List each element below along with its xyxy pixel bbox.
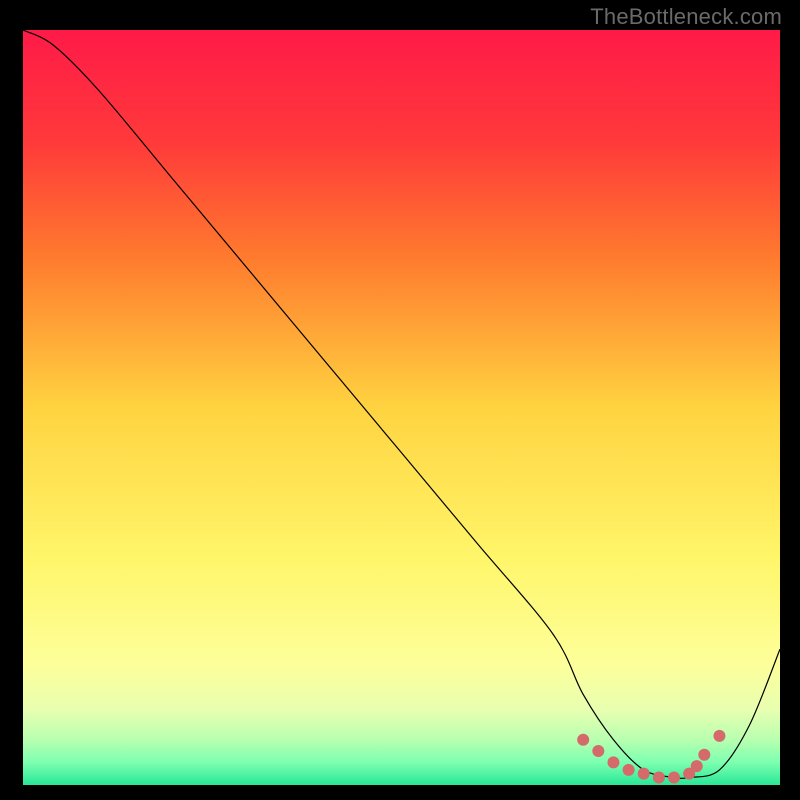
watermark-text: TheBottleneck.com: [590, 4, 782, 30]
optimal-marker: [607, 756, 619, 768]
optimal-marker: [653, 771, 665, 783]
optimal-marker: [623, 764, 635, 776]
chart-canvas: [0, 0, 800, 800]
optimal-marker: [698, 749, 710, 761]
optimal-marker: [577, 734, 589, 746]
optimal-marker: [592, 745, 604, 757]
optimal-marker: [713, 730, 725, 742]
optimal-marker: [638, 768, 650, 780]
optimal-marker: [691, 760, 703, 772]
chart-frame: TheBottleneck.com: [0, 0, 800, 800]
plot-background: [23, 30, 780, 785]
optimal-marker: [668, 771, 680, 783]
